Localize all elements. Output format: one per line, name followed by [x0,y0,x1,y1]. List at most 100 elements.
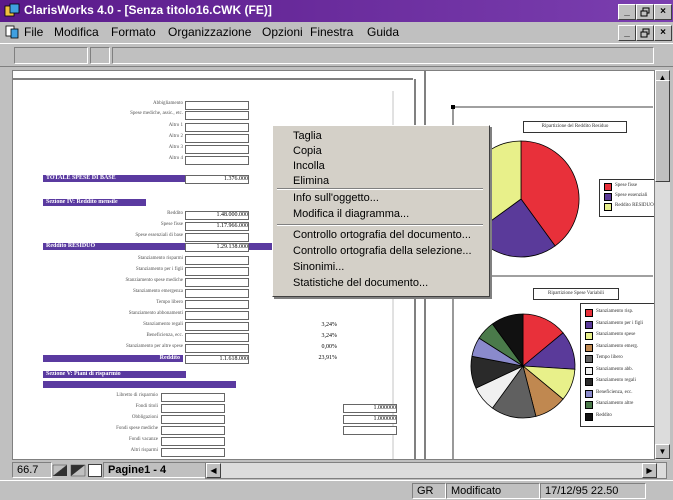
sheet-cell[interactable] [161,404,225,413]
sheet-cell[interactable] [161,426,225,435]
sheet-cell[interactable]: 1.48.000.000 [185,211,249,220]
legend-swatch [585,343,593,352]
cell-reference-field[interactable] [14,47,88,64]
total-value-cell[interactable]: 1.376.000 [185,175,249,184]
scroll-thumb[interactable] [655,80,670,182]
sheet-row-label: Stanziamento risparmi [137,256,183,261]
close-button[interactable]: × [654,4,672,20]
scroll-right-button[interactable]: ▶ [642,463,657,478]
sheet-cell[interactable] [185,134,249,143]
context-item-elimina[interactable]: Elimina [293,175,329,187]
sheet-cell[interactable] [185,333,249,342]
legend-label: Stanziamento per i figli [596,320,644,326]
context-item-spellcheck-selection[interactable]: Controllo ortografia della selezione... [293,245,472,257]
chart2-pie[interactable] [463,306,583,426]
doc-close-button[interactable]: × [654,25,672,41]
status-state: Modificato [446,483,540,499]
scroll-down-button[interactable]: ▼ [655,444,670,459]
sheet-cell[interactable] [161,448,225,457]
sheet-cell[interactable] [161,393,225,402]
sheet-row-label: Stanziamento per i figli [135,267,183,272]
sheet-cell[interactable] [185,111,249,120]
menu-file[interactable]: File [24,25,43,39]
sheet-cell[interactable] [185,311,249,320]
sheet-cell[interactable] [161,437,225,446]
context-separator [277,224,483,226]
context-item-taglia[interactable]: Taglia [293,130,322,142]
zoom-level[interactable]: 66.7 [12,462,52,478]
sheet-row-label: Altro 1 [168,123,183,128]
sheet-cell[interactable] [185,344,249,353]
context-item-info[interactable]: Info sull'oggetto... [293,192,379,204]
sheet-cell[interactable] [185,278,249,287]
sheet-cell[interactable] [185,267,249,276]
zoom-in-icon[interactable] [70,463,86,477]
horizontal-scrollbar[interactable]: ◀ ▶ [205,462,667,479]
sheet-row-label: Stanziamento emergenza [132,289,183,294]
minimize-button[interactable]: _ [618,4,636,20]
menu-organizzazione[interactable]: Organizzazione [168,25,251,39]
percent-value: 3,24% [321,322,338,328]
legend-swatch [585,366,593,375]
legend-swatch [585,355,593,363]
vertical-scrollbar[interactable]: ▲ ▼ [654,70,670,460]
sheet-cell[interactable] [161,415,225,424]
chart2-legend: Stanziamento risp. Stanziamento per i fig… [580,303,655,427]
clarisworks-app-icon[interactable] [4,3,20,19]
sheet-cell[interactable] [185,300,249,309]
sheet-cell[interactable] [185,256,249,265]
sheet-cell[interactable] [185,289,249,298]
sheet-cell[interactable]: 1.29.138.000 [185,243,249,252]
sheet-cell[interactable] [185,156,249,165]
menu-modifica[interactable]: Modifica [54,25,99,39]
doc-minimize-button[interactable]: _ [618,25,636,41]
legend-swatch [585,389,593,398]
document-icon[interactable] [4,24,20,40]
sheet-cell[interactable] [343,426,397,435]
sheet-cell[interactable] [185,123,249,132]
zoom-out-icon[interactable] [52,463,68,477]
menu-guida[interactable]: Guida [367,25,399,39]
context-item-modifica-diagramma[interactable]: Modifica il diagramma... [293,208,409,220]
legend-swatch [585,412,593,421]
sheet-cell[interactable] [185,322,249,331]
status-caps: GR [412,483,446,499]
window-title: ClarisWorks 4.0 - [Senza titolo16.CWK (F… [24,3,272,17]
context-item-statistiche[interactable]: Statistiche del documento... [293,277,428,289]
doc-restore-button[interactable] [636,25,654,41]
legend-swatch [585,378,593,386]
sheet-cell[interactable]: 1.17.966.000 [185,222,249,231]
page-view-icon[interactable] [88,464,102,477]
scroll-left-button[interactable]: ◀ [206,463,221,478]
sheet-cell[interactable] [185,101,249,110]
sheet-row-label: Spese mediche, assic., etc. [130,111,183,116]
menu-opzioni[interactable]: Opzioni [262,25,303,39]
sheet-cell[interactable]: 1.1.618.000 [185,355,249,364]
entry-accept-button[interactable] [90,47,110,64]
context-separator [277,188,483,190]
entry-input-field[interactable] [112,47,654,64]
context-item-copia[interactable]: Copia [293,145,322,157]
sheet-row-label: Stanziamento per altre spese [125,344,183,349]
legend-label: Reddito [596,412,612,418]
sheet-cell[interactable] [185,145,249,154]
menu-finestra[interactable]: Finestra [310,25,353,39]
total-band: TOTALE SPESE DI BASE [43,175,186,182]
band-extension [249,243,272,250]
savings-header-band [43,381,236,388]
entry-bar [0,43,673,67]
sheet-row-label: Spese fisse [160,222,183,227]
sheet-row-label: Stanziamento spese mediche [125,278,183,283]
context-item-sinonimi[interactable]: Sinonimi... [293,261,344,273]
context-item-incolla[interactable]: Incolla [293,160,325,172]
title-bar: ClarisWorks 4.0 - [Senza titolo16.CWK (F… [0,0,673,22]
sheet-cell[interactable] [185,233,249,242]
chart1-legend: Spese fisse Spese essenziali Reddito RES… [599,179,655,217]
restore-button[interactable] [636,4,654,20]
context-item-spellcheck-document[interactable]: Controllo ortografia del documento... [293,229,471,241]
sheet-cell[interactable]: 1.000000 [343,415,397,424]
sheet-row-label: Altro 4 [168,156,183,161]
menu-formato[interactable]: Formato [111,25,156,39]
sheet-cell[interactable]: 1.000000 [343,404,397,413]
sheet-row-label: Fondi titoli [135,404,158,409]
